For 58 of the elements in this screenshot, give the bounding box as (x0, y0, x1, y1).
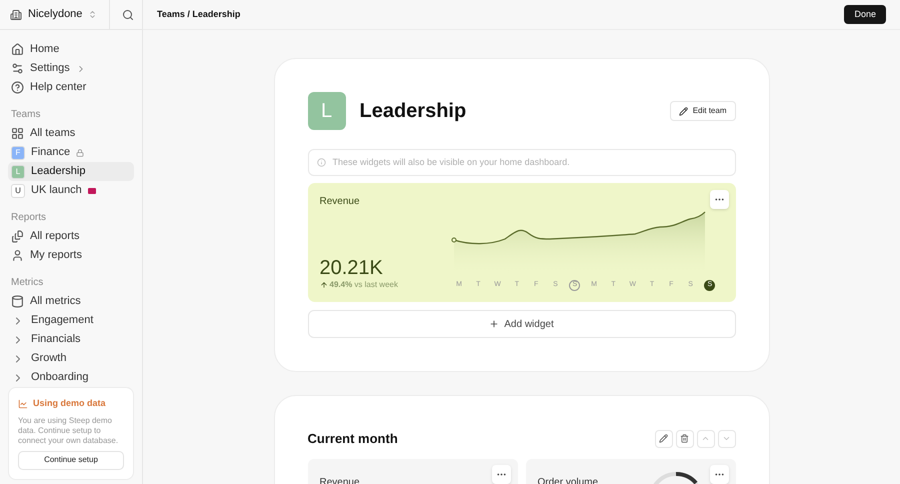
delete-button[interactable] (676, 430, 694, 448)
team-avatar: U (11, 184, 25, 198)
sidebar-item[interactable]: Help center (8, 78, 134, 97)
help-icon (11, 81, 24, 94)
team-avatar: L (308, 92, 346, 130)
document-stack-icon (11, 230, 24, 243)
grid-icon (11, 127, 24, 140)
demo-text: You are using Steep demo data. Continue setup to connect your own database. (18, 416, 120, 446)
section-heading: Metrics (10, 276, 44, 290)
settings-icon (11, 62, 24, 75)
demo-title: Using demo data (33, 397, 106, 410)
info-icon (316, 158, 326, 167)
team-avatar: F (11, 146, 25, 160)
more-button[interactable] (710, 464, 728, 484)
up-down-icon[interactable] (88, 10, 98, 19)
edit-team-button[interactable]: Edit team (670, 101, 736, 121)
notice-text: These widgets will also be visible on your home dashboard. (332, 156, 570, 169)
more-button[interactable] (492, 464, 510, 484)
sidebar-item[interactable]: U UK launch (8, 181, 134, 200)
workspace-name[interactable]: Nicelydone (28, 6, 82, 23)
sidebar-item[interactable]: L Leadership (8, 162, 134, 181)
section-title: Current month (308, 430, 398, 448)
sidebar-item[interactable]: Growth (8, 349, 134, 368)
done-button[interactable]: Done (844, 5, 886, 24)
move-down-button[interactable] (718, 430, 736, 448)
sidebar-item[interactable]: Engagement (8, 311, 134, 330)
team-title: Leadership (360, 99, 466, 124)
building-icon (10, 8, 22, 20)
more-button[interactable] (710, 190, 728, 209)
breadcrumb: Teams / Leadership (157, 8, 240, 21)
change-text: 49.4% vs last week (330, 279, 398, 291)
home-icon (11, 43, 24, 56)
pencil-icon (678, 106, 688, 116)
search-icon[interactable] (122, 8, 134, 20)
sidebar-item[interactable]: All metrics (8, 292, 134, 311)
metric-value: 20.21K (320, 257, 384, 279)
section-heading: Teams (10, 108, 42, 122)
trash-icon (680, 434, 689, 444)
sidebar-item[interactable]: F Finance (8, 143, 134, 162)
sidebar-item[interactable]: My reports (8, 246, 134, 265)
cylinder-icon (11, 295, 24, 308)
chart-line-icon (18, 398, 28, 409)
sidebar-item[interactable]: All reports (8, 227, 134, 246)
pencil-icon (659, 434, 668, 444)
continue-setup-button[interactable]: Continue setup (18, 450, 124, 470)
sidebar-item[interactable]: Onboarding (8, 368, 134, 387)
user-icon (11, 249, 24, 262)
sidebar-item[interactable]: All teams (8, 124, 134, 143)
edit-button[interactable] (654, 430, 672, 448)
arrow-up-icon (320, 281, 328, 289)
widget-title: Revenue (320, 195, 361, 209)
plus-icon (489, 319, 500, 329)
sidebar-item[interactable]: Settings (8, 59, 134, 78)
section-heading: Reports (10, 211, 48, 225)
team-avatar: L (11, 164, 25, 178)
add-widget-button[interactable]: Add widget (308, 310, 736, 338)
sidebar-item[interactable]: Home (8, 40, 134, 59)
sidebar-item[interactable]: Financials (8, 330, 134, 349)
